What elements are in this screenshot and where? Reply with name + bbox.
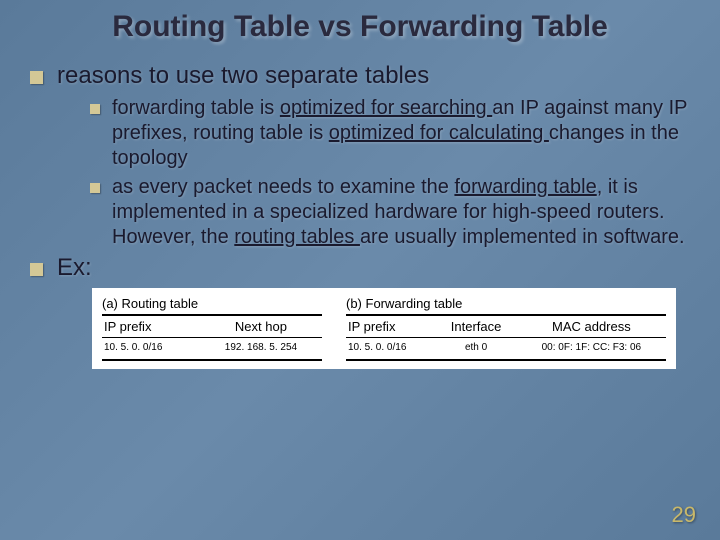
cell-ip-prefix: 10. 5. 0. 0/16 — [102, 338, 200, 361]
bullet-text: reasons to use two separate tables — [57, 62, 429, 90]
col-header: IP prefix — [102, 315, 200, 338]
cell-next-hop: 192. 168. 5. 254 — [200, 338, 322, 361]
table-row: 10. 5. 0. 0/16 192. 168. 5. 254 — [102, 338, 322, 361]
bullet-text: as every packet needs to examine the for… — [112, 175, 690, 250]
forwarding-table: IP prefix Interface MAC address 10. 5. 0… — [346, 314, 666, 361]
table-caption: (b) Forwarding table — [346, 294, 666, 311]
table-row: 10. 5. 0. 0/16 eth 0 00: 0F: 1F: CC: F3:… — [346, 338, 666, 361]
square-bullet-icon — [30, 71, 43, 84]
cell-interface: eth 0 — [435, 338, 516, 361]
forwarding-table-example: (b) Forwarding table IP prefix Interface… — [346, 294, 666, 361]
bullet-level2-forwarding-optimized: forwarding table is optimized for search… — [90, 96, 690, 171]
col-header: MAC address — [517, 315, 666, 338]
text-part: are usually implemented in software. — [360, 226, 685, 248]
col-header: Interface — [435, 315, 516, 338]
slide-content: Routing Table vs Forwarding Table reason… — [0, 0, 720, 369]
table-header-row: IP prefix Interface MAC address — [346, 315, 666, 338]
example-tables-panel: (a) Routing table IP prefix Next hop 10.… — [92, 288, 676, 369]
square-bullet-icon — [30, 263, 43, 276]
underlined-text: optimized for searching — [280, 97, 492, 119]
square-bullet-icon — [90, 104, 100, 114]
tables-row: (a) Routing table IP prefix Next hop 10.… — [102, 294, 666, 361]
bullet-level1-reasons: reasons to use two separate tables — [30, 62, 690, 90]
square-bullet-icon — [90, 183, 100, 193]
table-header-row: IP prefix Next hop — [102, 315, 322, 338]
bullet-text: Ex: — [57, 254, 92, 282]
underlined-text: forwarding table — [454, 176, 596, 198]
page-number: 29 — [672, 502, 696, 528]
routing-table: IP prefix Next hop 10. 5. 0. 0/16 192. 1… — [102, 314, 322, 361]
underlined-text: optimized for calculating — [329, 122, 549, 144]
text-part: as every packet needs to examine the — [112, 176, 454, 198]
col-header: IP prefix — [346, 315, 435, 338]
cell-ip-prefix: 10. 5. 0. 0/16 — [346, 338, 435, 361]
routing-table-example: (a) Routing table IP prefix Next hop 10.… — [102, 294, 322, 361]
slide-title: Routing Table vs Forwarding Table — [30, 10, 690, 44]
bullet-level2-packet-examine: as every packet needs to examine the for… — [90, 175, 690, 250]
text-part: forwarding table is — [112, 97, 280, 119]
underlined-text: routing tables — [234, 226, 360, 248]
bullet-level1-ex: Ex: — [30, 254, 690, 282]
cell-mac-address: 00: 0F: 1F: CC: F3: 06 — [517, 338, 666, 361]
col-header: Next hop — [200, 315, 322, 338]
bullet-text: forwarding table is optimized for search… — [112, 96, 690, 171]
table-caption: (a) Routing table — [102, 294, 322, 311]
